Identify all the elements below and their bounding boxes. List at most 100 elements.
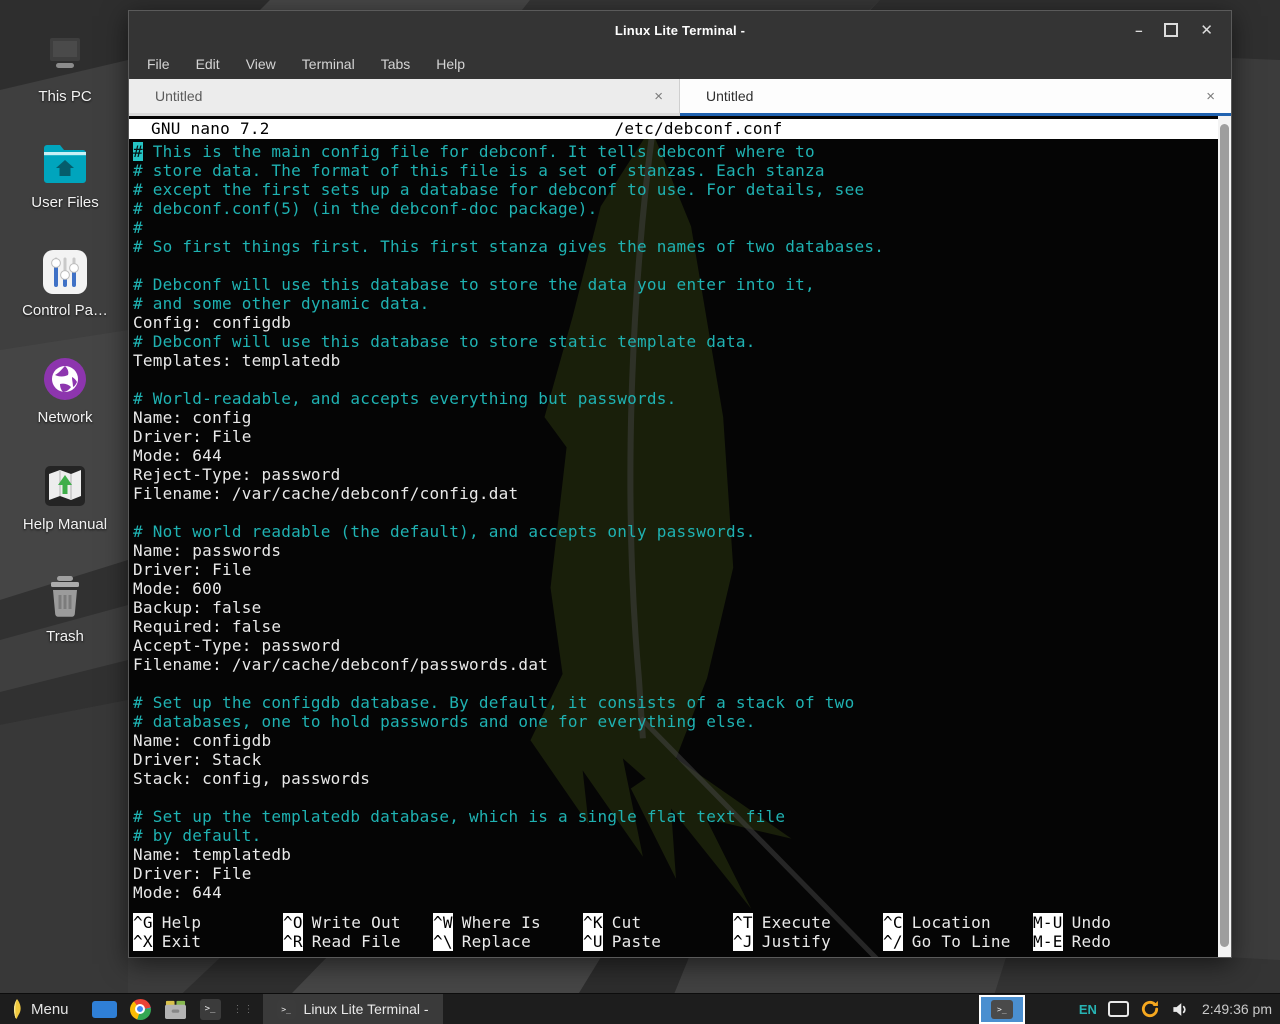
nano-content-lines[interactable]: # This is the main config file for debco… xyxy=(129,139,1218,902)
desktop-icon-control-panel[interactable]: Control Pa… xyxy=(0,248,130,319)
tab-untitled-2-active[interactable]: Untitled × xyxy=(680,79,1231,116)
shortcut-key: ^X xyxy=(133,932,153,951)
terminal-pane[interactable]: GNU nano 7.2 /etc/debconf.conf # This is… xyxy=(129,116,1231,957)
tab-label: Untitled xyxy=(680,88,753,104)
nano-line: Templates: templatedb xyxy=(133,351,1218,370)
nano-shortcut: M-U Undo xyxy=(1033,913,1183,932)
close-button[interactable]: ✕ xyxy=(1200,23,1213,38)
start-menu-button[interactable]: Menu xyxy=(0,994,79,1024)
nano-line: Config: configdb xyxy=(133,313,1218,332)
nano-line: Accept-Type: password xyxy=(133,636,1218,655)
tab-untitled-1[interactable]: Untitled × xyxy=(129,79,680,116)
menu-edit[interactable]: Edit xyxy=(196,56,220,72)
tab-bar: Untitled × Untitled × xyxy=(129,79,1231,116)
nano-shortcut: M-ERedo xyxy=(1033,932,1183,951)
desktop-pager-icon[interactable] xyxy=(92,1001,117,1018)
shortcut-key: M-U xyxy=(1033,913,1063,932)
terminal-launcher-icon[interactable]: >_ xyxy=(200,999,221,1020)
nano-line: Name: passwords xyxy=(133,541,1218,560)
text-cursor: # xyxy=(133,142,143,161)
nano-line: # World-readable, and accepts everything… xyxy=(133,389,1218,408)
menu-tabs[interactable]: Tabs xyxy=(381,56,411,72)
nano-line: Backup: false xyxy=(133,598,1218,617)
menu-bar: File Edit View Terminal Tabs Help xyxy=(129,49,1231,79)
taskbar-window-button[interactable]: >_ Linux Lite Terminal - xyxy=(263,994,443,1024)
nano-shortcut: ^\Replace xyxy=(433,932,583,951)
nano-line: # except the first sets up a database fo… xyxy=(133,180,1218,199)
nano-shortcut-row-2: ^X Exit ^R Read File ^\Replace^U Paste ^JJusti… xyxy=(133,932,1218,951)
shortcut-key: ^U xyxy=(583,932,603,951)
nano-shortcut: ^T Execute xyxy=(733,913,883,932)
computer-icon xyxy=(39,34,91,82)
volume-icon[interactable] xyxy=(1171,1000,1190,1019)
shortcut-label: Location xyxy=(912,913,991,932)
shortcut-key: ^R xyxy=(283,932,303,951)
shortcut-key: ^W xyxy=(433,913,453,932)
nano-line: # This is the main config file for debco… xyxy=(133,142,1218,161)
shortcut-label: Undo xyxy=(1072,913,1112,932)
shortcut-label: Redo xyxy=(1072,932,1112,951)
tab-close-icon[interactable]: × xyxy=(1206,88,1215,105)
desktop-icon-trash[interactable]: Trash xyxy=(0,574,130,645)
clock[interactable]: 2:49:36 pm xyxy=(1202,1001,1272,1017)
file-manager-icon[interactable] xyxy=(164,999,187,1020)
nano-line: Driver: File xyxy=(133,864,1218,883)
nano-shortcut-bar: ^GHelp^OWrite Out^WWhere Is^KCut^TExecut… xyxy=(129,913,1218,957)
nano-line: Reject-Type: password xyxy=(133,465,1218,484)
shortcut-label: Read File xyxy=(312,932,401,951)
chrome-browser-icon[interactable] xyxy=(130,999,151,1020)
nano-line: # Set up the templatedb database, which … xyxy=(133,807,1218,826)
nano-line: Driver: File xyxy=(133,427,1218,446)
nano-line: Mode: 644 xyxy=(133,446,1218,465)
terminal-window: Linux Lite Terminal - – ✕ File Edit View… xyxy=(128,10,1232,958)
nano-line: Filename: /var/cache/debconf/config.dat xyxy=(133,484,1218,503)
maximize-button[interactable] xyxy=(1164,23,1178,37)
shortcut-label: Paste xyxy=(612,932,661,951)
nano-file-path: /etc/debconf.conf xyxy=(614,119,782,139)
shortcut-label: Replace xyxy=(462,932,531,951)
nano-line: Driver: Stack xyxy=(133,750,1218,769)
shortcut-key: ^O xyxy=(283,913,303,932)
menu-label: Menu xyxy=(31,1001,69,1018)
linux-lite-logo-icon xyxy=(8,998,24,1020)
nano-line: Name: templatedb xyxy=(133,845,1218,864)
display-tray-icon[interactable] xyxy=(1108,1001,1129,1017)
shortcut-label: Execute xyxy=(762,913,831,932)
shortcut-key: ^C xyxy=(883,913,903,932)
terminal-scrollbar[interactable] xyxy=(1218,116,1231,957)
minimize-button[interactable]: – xyxy=(1135,24,1142,37)
shortcut-label: Cut xyxy=(612,913,642,932)
shortcut-key: ^T xyxy=(733,913,753,932)
desktop-icon-network[interactable]: Network xyxy=(0,355,130,426)
manual-map-icon xyxy=(39,462,91,510)
menu-terminal[interactable]: Terminal xyxy=(302,56,355,72)
menu-help[interactable]: Help xyxy=(436,56,465,72)
window-titlebar[interactable]: Linux Lite Terminal - – ✕ xyxy=(129,11,1231,49)
nano-shortcut: ^KCut xyxy=(583,913,733,932)
nano-line: # Debconf will use this database to stor… xyxy=(133,275,1218,294)
nano-line xyxy=(133,370,1218,389)
keyboard-language-indicator[interactable]: EN xyxy=(1079,1002,1097,1017)
nano-line xyxy=(133,674,1218,693)
shortcut-label: Exit xyxy=(162,932,202,951)
desktop-icon-user-files[interactable]: User Files xyxy=(0,140,130,211)
tray-terminal-button[interactable]: >_ xyxy=(979,995,1025,1024)
tab-close-icon[interactable]: × xyxy=(654,88,663,105)
globe-icon xyxy=(39,355,91,403)
nano-line: # by default. xyxy=(133,826,1218,845)
menu-view[interactable]: View xyxy=(246,56,276,72)
desktop-icon-this-pc[interactable]: This PC xyxy=(0,34,130,105)
shortcut-label: Where Is xyxy=(462,913,541,932)
scrollbar-thumb[interactable] xyxy=(1220,124,1229,947)
desktop-icon-label: User Files xyxy=(0,194,130,211)
desktop-icon-help-manual[interactable]: Help Manual xyxy=(0,462,130,533)
update-notifier-icon[interactable] xyxy=(1140,999,1160,1019)
nano-shortcut: ^JJustify xyxy=(733,932,883,951)
nano-line: # store data. The format of this file is… xyxy=(133,161,1218,180)
home-folder-icon xyxy=(39,140,91,188)
menu-file[interactable]: File xyxy=(147,56,170,72)
nano-line: Required: false xyxy=(133,617,1218,636)
shortcut-label: Go To Line xyxy=(912,932,1011,951)
nano-line: # and some other dynamic data. xyxy=(133,294,1218,313)
nano-shortcut: ^/Go To Line xyxy=(883,932,1033,951)
